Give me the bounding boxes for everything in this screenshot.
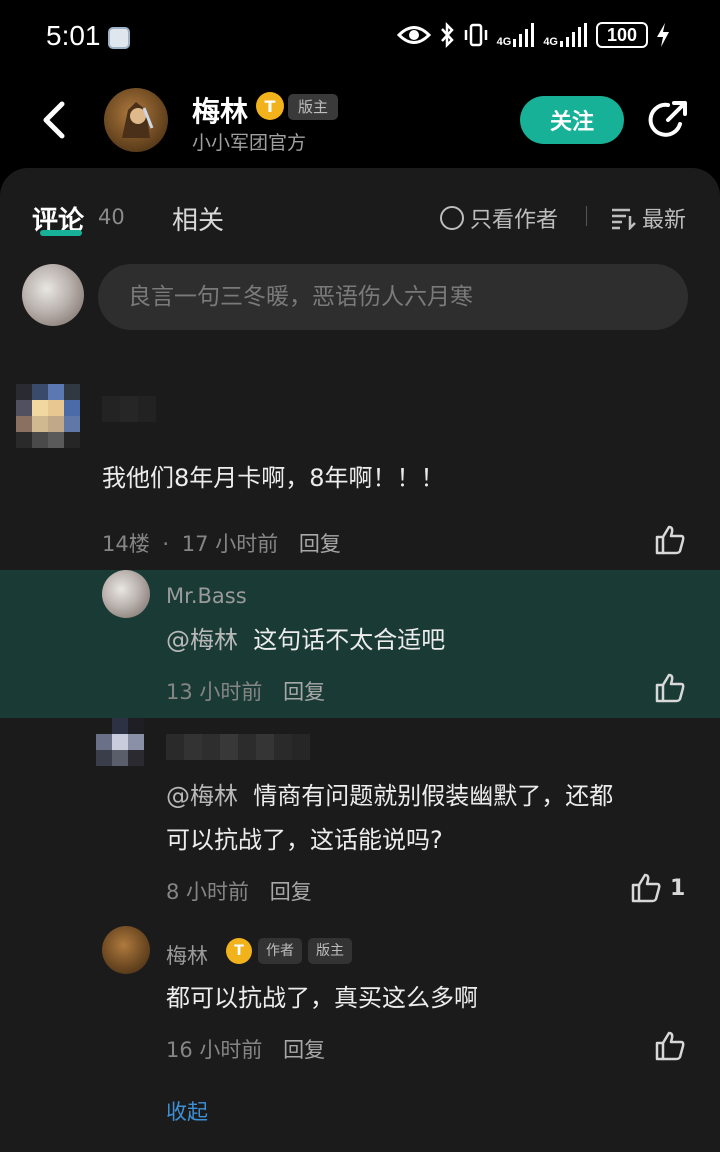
status-icons: 4G 4G 100 [396,22,670,48]
reply-avatar[interactable] [102,926,150,974]
signal-icon [513,23,535,47]
network-type-1: 4G [496,36,512,48]
mention[interactable]: @梅林 [166,782,238,810]
reply-button[interactable]: 回复 [283,1038,325,1062]
eye-icon [396,26,431,44]
reply-avatar[interactable] [102,570,150,618]
back-icon[interactable] [36,98,72,142]
comment-time: 17 小时前 [181,532,279,556]
network-type-2: 4G [543,36,558,48]
reply-meta: 16 小时前 回复 [166,1034,325,1064]
vibrate-icon [464,23,487,47]
comments-panel: 评论 40 相关 只看作者 最新 我他们8 [0,168,720,1152]
thumbs-up-icon [655,1031,685,1061]
status-bar: 5:01 4G 4G 100 [0,0,720,76]
reply-time: 8 小时前 [166,880,250,904]
header: 梅林 T 版主 小小军团官方 关注 [0,76,720,168]
thumbs-up-icon [655,525,685,555]
level-badge: T [226,938,252,964]
reply-text-line: 可以抗战了，这话能说吗? [166,826,443,854]
divider [586,206,587,226]
reply-author-name[interactable]: 梅林 [166,940,208,970]
reply-text-line: 情商有问题就别假装幽默了，还都 [253,782,614,810]
moderator-badge: 版主 [288,94,339,120]
my-avatar [22,264,84,326]
comment-input[interactable] [98,264,688,330]
reply-text: @梅林 情商有问题就别假装幽默了，还都 可以抗战了，这话能说吗? [166,774,696,862]
sort-button[interactable]: 最新 [610,202,686,234]
reply-button[interactable]: 回复 [270,880,312,904]
reply-text-line: 这句话不太合适吧 [253,626,446,654]
comment-input-row [0,264,720,332]
reply-button[interactable]: 回复 [299,532,341,556]
commenter-name-blurred [102,396,156,422]
comment-text: 我他们8年月卡啊，8年啊！！！ [102,464,445,492]
comments-count: 40 [98,205,125,229]
status-time: 5:01 [46,20,101,51]
author-only-filter[interactable]: 只看作者 [440,202,558,234]
reply-meta: 8 小时前 回复 [166,876,312,906]
tab-bar: 评论 40 相关 只看作者 最新 [0,168,720,258]
sort-label: 最新 [642,208,687,233]
follow-button[interactable]: 关注 [520,96,624,144]
like-button[interactable]: 1 [630,872,685,904]
comment-meta: 14楼 · 17 小时前 回复 [102,532,341,556]
signal-icon-2 [560,23,587,47]
bluetooth-icon [440,22,454,48]
collapse-replies-link[interactable]: 收起 [166,1096,208,1126]
comment-floor: 14楼 [102,532,150,556]
level-badge: T [256,92,284,120]
thumbs-up-icon [631,873,661,903]
author-avatar[interactable] [104,88,168,152]
author-subtitle: 小小军团官方 [192,132,307,154]
thumbs-up-icon [655,673,685,703]
author-name[interactable]: 梅林 [192,90,248,130]
battery-indicator: 100 [596,22,648,48]
like-button[interactable] [654,524,686,556]
tab-related[interactable]: 相关 [172,200,224,237]
tab-active-indicator [40,230,82,236]
reply-time: 16 小时前 [166,1038,263,1062]
reply-text: 都可以抗战了，真买这么多啊 [166,984,478,1012]
reply-avatar-blurred[interactable] [96,718,144,774]
author-only-label: 只看作者 [470,208,559,233]
like-count: 1 [670,875,686,901]
charging-icon [657,23,669,47]
sort-icon [612,208,636,230]
reply-button[interactable]: 回复 [283,680,325,704]
reply-author-name-blurred [166,734,310,760]
radio-icon [440,206,464,230]
moderator-badge: 版主 [308,938,352,964]
reply-time: 13 小时前 [166,680,263,704]
author-badge: 作者 [258,938,302,964]
notification-app-icon [108,27,130,49]
like-button[interactable] [654,1030,686,1062]
mention[interactable]: @梅林 [166,626,238,654]
commenter-avatar[interactable] [16,384,80,448]
share-icon[interactable] [646,98,690,142]
reply-author-name[interactable]: Mr.Bass [166,584,247,608]
like-button[interactable] [654,672,686,704]
reply-meta: 13 小时前 回复 [166,676,325,706]
reply-text: @梅林 这句话不太合适吧 [166,618,445,662]
